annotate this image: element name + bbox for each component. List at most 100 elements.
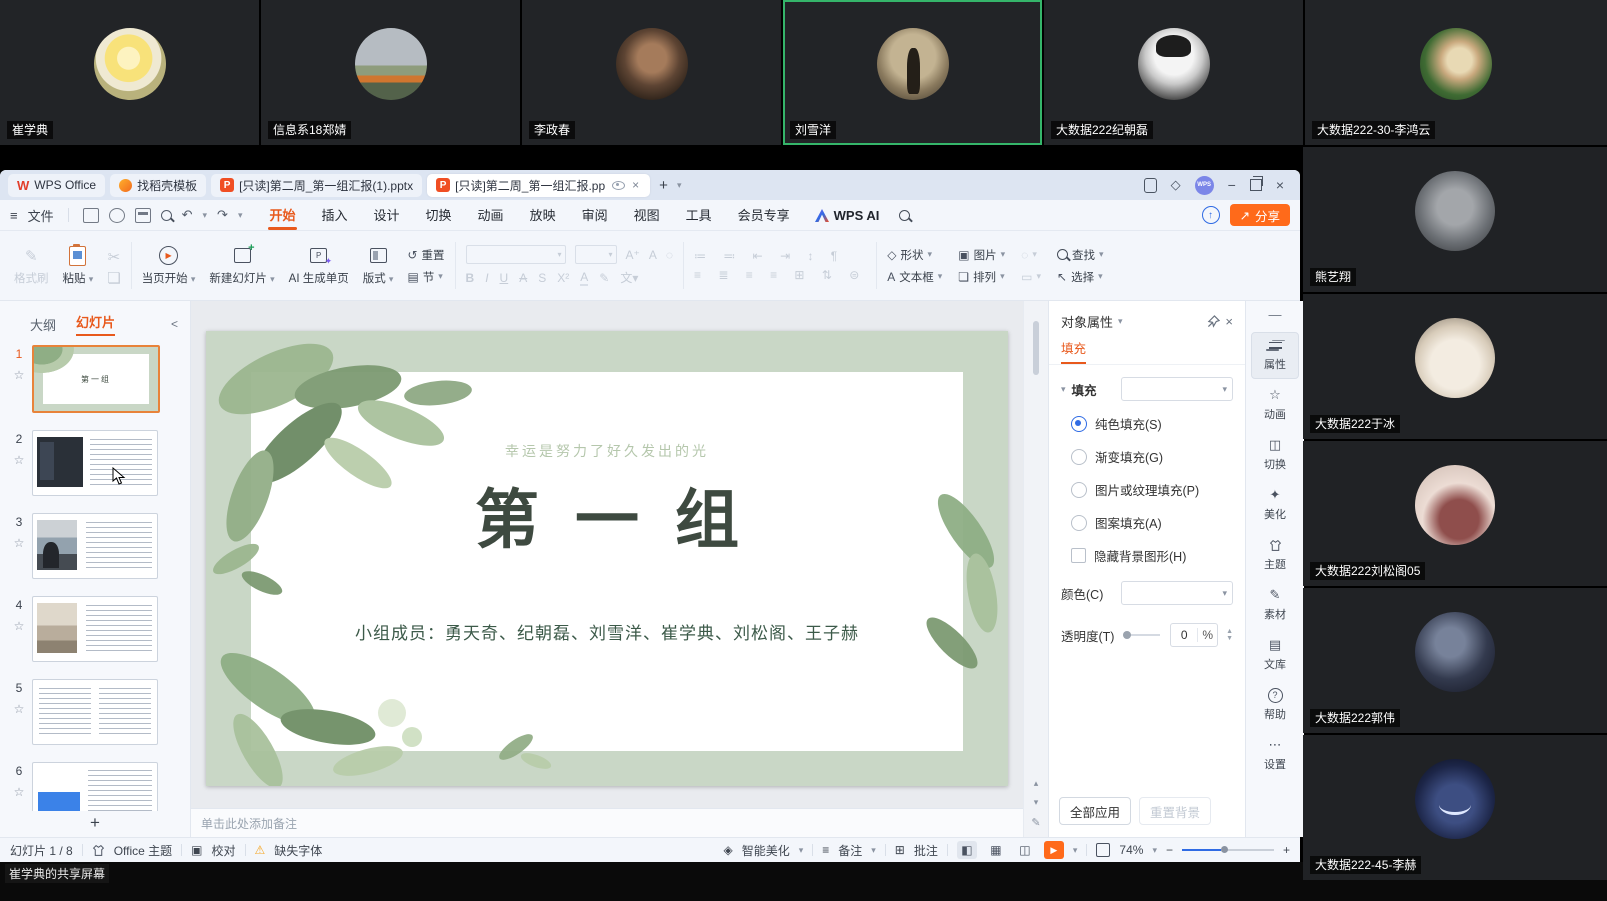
outline-tab[interactable]: 大纲 bbox=[30, 315, 56, 334]
print-icon[interactable] bbox=[135, 208, 151, 223]
tab-slideshow[interactable]: 放映 bbox=[517, 201, 569, 230]
notes-label[interactable]: 备注 bbox=[838, 842, 862, 859]
fit-window-icon[interactable] bbox=[1096, 843, 1110, 857]
textbox-button[interactable]: A 文本框▾ bbox=[887, 269, 942, 285]
radio-icon[interactable] bbox=[1071, 449, 1087, 465]
fill-preset-dropdown[interactable]: ▾ bbox=[1121, 377, 1233, 401]
section-button[interactable]: ▤ 节 ▾ bbox=[407, 269, 444, 285]
window-mode-icon[interactable] bbox=[1144, 178, 1157, 193]
shapes-button[interactable]: ◇ 形状▾ bbox=[887, 247, 942, 263]
option-gradient-fill[interactable]: 渐变填充(G) bbox=[1049, 440, 1245, 473]
star-icon[interactable]: ☆ bbox=[14, 536, 25, 550]
normal-view-icon[interactable]: ◧ bbox=[957, 841, 977, 859]
reset-background-button[interactable]: 重置背景 bbox=[1139, 797, 1211, 825]
checkbox-icon[interactable] bbox=[1071, 548, 1086, 563]
transparency-slider[interactable] bbox=[1124, 634, 1160, 636]
ai-generate-page-button[interactable]: P AI 生成单页 bbox=[289, 246, 349, 286]
star-icon[interactable]: ☆ bbox=[14, 619, 25, 633]
comments-label[interactable]: 批注 bbox=[914, 842, 938, 859]
pen-icon[interactable]: ✎ bbox=[1031, 816, 1040, 829]
star-icon[interactable]: ☆ bbox=[14, 368, 25, 382]
close-button[interactable]: × bbox=[1276, 177, 1284, 193]
tab-docer-templates[interactable]: 找稻壳模板 bbox=[110, 174, 206, 197]
slide-thumbnail-4[interactable]: 4 ☆ bbox=[6, 596, 182, 662]
star-icon[interactable]: ☆ bbox=[14, 702, 25, 716]
video-tile[interactable]: 大数据222纪朝磊 bbox=[1044, 0, 1303, 145]
workspace-icon[interactable]: ◇ bbox=[1171, 177, 1181, 193]
slide-thumbnail-3[interactable]: 3 ☆ bbox=[6, 513, 182, 579]
undo-icon[interactable]: ↶ bbox=[182, 207, 193, 223]
tab-presentation-1[interactable]: P [只读]第二周_第一组汇报(1).pptx bbox=[211, 174, 422, 197]
video-tile[interactable]: 李政春 bbox=[522, 0, 781, 145]
video-tile[interactable]: 大数据222刘松阁05 bbox=[1303, 441, 1607, 586]
play-options-caret-icon[interactable]: ▾ bbox=[1073, 845, 1078, 856]
layout-button[interactable]: 版式 ▾ bbox=[363, 246, 394, 286]
slider-knob[interactable] bbox=[1123, 631, 1131, 639]
hide-sidebar-icon[interactable]: — bbox=[1269, 307, 1282, 329]
sidebar-item-properties[interactable]: 属性 bbox=[1251, 332, 1299, 379]
slide-thumbnail-2[interactable]: 2 ☆ bbox=[6, 430, 182, 496]
video-tile-active-speaker[interactable]: 刘雪洋 bbox=[783, 0, 1042, 145]
spinner[interactable]: ▲▼ bbox=[1226, 629, 1233, 642]
add-slide-button[interactable]: + bbox=[90, 813, 100, 833]
video-tile[interactable]: 大数据222郭伟 bbox=[1303, 588, 1607, 733]
save-icon[interactable] bbox=[83, 208, 99, 223]
sidebar-item-help[interactable]: ? 帮助 bbox=[1251, 682, 1299, 729]
sidebar-item-settings[interactable]: ⋯ 设置 bbox=[1251, 732, 1299, 779]
section-collapse-icon[interactable]: ▾ bbox=[1061, 384, 1066, 395]
slides-tab[interactable]: 幻灯片 bbox=[76, 312, 115, 336]
zoom-level[interactable]: 74% bbox=[1119, 843, 1143, 857]
tab-transition[interactable]: 切换 bbox=[413, 201, 465, 230]
panel-title-caret-icon[interactable]: ▾ bbox=[1118, 316, 1123, 327]
slide-thumbnail-6[interactable]: 6 ☆ bbox=[6, 762, 182, 811]
new-slide-button[interactable]: 新建幻灯片 ▾ bbox=[209, 246, 274, 286]
tab-animation[interactable]: 动画 bbox=[465, 201, 517, 230]
slide-1[interactable]: 幸运是努力了好久发出的光 第一组 小组成员：勇天奇、纪朝磊、刘雪洋、崔学典、刘松… bbox=[206, 331, 1008, 786]
pin-icon[interactable] bbox=[1207, 315, 1220, 328]
export-icon[interactable] bbox=[109, 208, 125, 223]
proofing-label[interactable]: 校对 bbox=[212, 842, 236, 859]
video-tile[interactable]: 信息系18郑婧 bbox=[261, 0, 520, 145]
tab-member[interactable]: 会员专享 bbox=[725, 201, 803, 230]
cloud-upload-icon[interactable]: ↑ bbox=[1202, 206, 1220, 224]
tab-tools[interactable]: 工具 bbox=[673, 201, 725, 230]
tab-presentation-2-active[interactable]: P [只读]第二周_第一组汇报.pp × bbox=[427, 174, 650, 197]
previous-slide-icon[interactable]: ▴ bbox=[1034, 778, 1039, 789]
option-solid-fill[interactable]: 纯色填充(S) bbox=[1049, 407, 1245, 440]
radio-icon[interactable] bbox=[1071, 482, 1087, 498]
tab-home[interactable]: 开始 bbox=[256, 201, 308, 230]
search-icon[interactable] bbox=[899, 210, 910, 221]
option-hide-background[interactable]: 隐藏背景图形(H) bbox=[1049, 539, 1245, 572]
reset-button[interactable]: ↺ 重置 bbox=[407, 247, 444, 263]
redo-icon[interactable]: ↷ bbox=[217, 207, 228, 223]
tab-design[interactable]: 设计 bbox=[361, 201, 413, 230]
wps-ai-button[interactable]: WPS AI bbox=[803, 208, 892, 223]
radio-icon[interactable] bbox=[1071, 416, 1087, 432]
slide-thumbnail-5[interactable]: 5 ☆ bbox=[6, 679, 182, 745]
undo-caret-icon[interactable]: ▾ bbox=[203, 210, 208, 221]
notes-bar[interactable]: 单击此处添加备注 bbox=[191, 808, 1023, 837]
find-button[interactable]: 查找▾ bbox=[1057, 247, 1104, 263]
option-picture-fill[interactable]: 图片或纹理填充(P) bbox=[1049, 473, 1245, 506]
tab-wps-home[interactable]: W WPS Office bbox=[8, 174, 105, 197]
scrollbar-thumb[interactable] bbox=[1033, 321, 1039, 375]
sidebar-item-library[interactable]: ▤ 文库 bbox=[1251, 632, 1299, 679]
tab-insert[interactable]: 插入 bbox=[309, 201, 361, 230]
arrange-button[interactable]: ❏ 排列▾ bbox=[958, 269, 1005, 285]
print-preview-icon[interactable] bbox=[161, 210, 172, 221]
video-tile[interactable]: 大数据222于冰 bbox=[1303, 294, 1607, 439]
color-dropdown[interactable]: ▾ bbox=[1121, 581, 1233, 605]
fill-tab[interactable]: 填充 bbox=[1061, 338, 1086, 364]
video-tile[interactable]: 崔学典 bbox=[0, 0, 259, 145]
tab-review[interactable]: 审阅 bbox=[569, 201, 621, 230]
zoom-in-icon[interactable]: + bbox=[1283, 843, 1290, 857]
next-slide-icon[interactable]: ▾ bbox=[1034, 797, 1039, 808]
picture-button[interactable]: ▣ 图片▾ bbox=[958, 247, 1005, 263]
video-tile[interactable]: 大数据222-45-李赫 bbox=[1303, 735, 1607, 880]
slide-sorter-icon[interactable]: ▦ bbox=[986, 841, 1006, 859]
slide-canvas[interactable]: 幸运是努力了好久发出的光 第一组 小组成员：勇天奇、纪朝磊、刘雪洋、崔学典、刘松… bbox=[191, 301, 1023, 808]
video-tile[interactable]: 大数据222-30-李鸿云 bbox=[1305, 0, 1607, 145]
sidebar-item-beautify[interactable]: ✦ 美化 bbox=[1251, 482, 1299, 529]
more-caret-icon[interactable]: ▾ bbox=[238, 210, 243, 221]
minimize-button[interactable]: − bbox=[1228, 177, 1236, 193]
